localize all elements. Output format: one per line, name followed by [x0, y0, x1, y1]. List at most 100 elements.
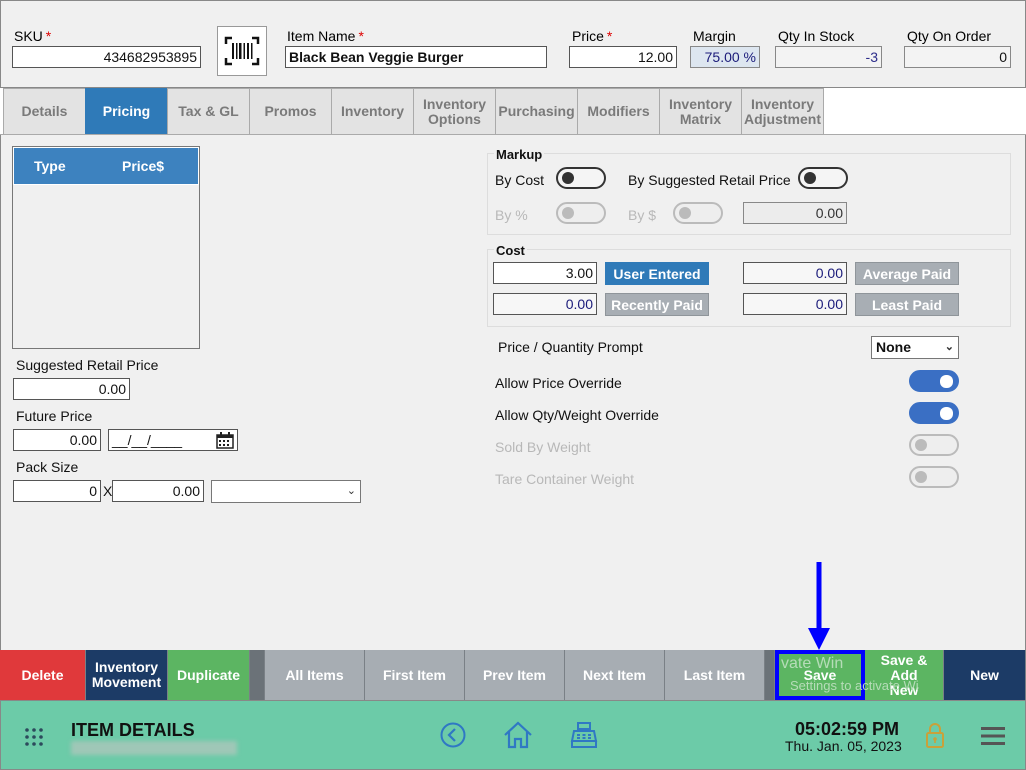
price-label: Price *: [572, 28, 613, 44]
price-type-table[interactable]: Type Price$: [12, 146, 200, 349]
qty-on-order-label: Qty On Order: [907, 28, 992, 44]
tab-purchasing[interactable]: Purchasing: [495, 88, 578, 135]
tab-tax-gl[interactable]: Tax & GL: [167, 88, 250, 135]
delete-button[interactable]: Delete: [0, 650, 86, 700]
tare-container-weight-toggle: [909, 466, 959, 488]
by-percent-toggle: [556, 202, 606, 224]
tab-modifiers[interactable]: Modifiers: [577, 88, 660, 135]
watermark-line1: vate Win: [781, 655, 844, 672]
qty-in-stock-label: Qty In Stock: [778, 28, 855, 44]
toolbar-separator: [250, 650, 265, 700]
user-entered-button[interactable]: User Entered: [605, 262, 709, 285]
margin-label: Margin: [693, 28, 736, 44]
price-qty-prompt-label: Price / Quantity Prompt: [498, 339, 643, 355]
average-paid-button[interactable]: Average Paid: [855, 262, 959, 285]
column-header-price: Price$: [122, 158, 165, 174]
future-date-value: __/__/____: [112, 432, 183, 448]
suggested-retail-field[interactable]: 0.00: [13, 378, 130, 400]
allow-price-override-toggle[interactable]: [909, 370, 959, 392]
markup-title: Markup: [494, 147, 545, 162]
sold-by-weight-toggle: [909, 434, 959, 456]
allow-price-override-label: Allow Price Override: [495, 375, 622, 391]
pack-qty-field[interactable]: 0: [13, 480, 101, 502]
tab-inventory-matrix[interactable]: Inventory Matrix: [659, 88, 742, 135]
duplicate-button[interactable]: Duplicate: [168, 650, 250, 700]
future-price-label: Future Price: [16, 408, 93, 424]
item-header: SKU * 434682953895 Item Name * Black Bean …: [0, 0, 1026, 88]
sku-field[interactable]: 434682953895: [12, 46, 201, 68]
by-cost-toggle[interactable]: [556, 167, 606, 189]
recently-paid-cost-field: 0.00: [493, 293, 597, 315]
barcode-icon: [224, 36, 260, 66]
price-qty-prompt-select[interactable]: None ⌄: [871, 336, 959, 359]
barcode-scan-button[interactable]: [217, 26, 267, 76]
lock-icon[interactable]: [925, 722, 945, 749]
hamburger-menu-icon[interactable]: [981, 726, 1005, 746]
back-icon[interactable]: [440, 722, 466, 748]
new-button[interactable]: New: [944, 650, 1026, 700]
sold-by-weight-label: Sold By Weight: [495, 439, 591, 455]
tab-inventory-options[interactable]: Inventory Options: [413, 88, 496, 135]
tare-container-weight-label: Tare Container Weight: [495, 471, 635, 487]
tab-details[interactable]: Details: [3, 88, 86, 135]
first-item-button[interactable]: First Item: [365, 650, 465, 700]
qty-on-order-field: 0: [904, 46, 1011, 68]
by-dollar-toggle: [673, 202, 723, 224]
average-paid-cost-field: 0.00: [743, 262, 847, 284]
future-date-field[interactable]: __/__/____: [108, 429, 238, 451]
tab-promos[interactable]: Promos: [249, 88, 332, 135]
inventory-movement-button[interactable]: Inventory Movement: [86, 650, 168, 700]
annotation-arrow-icon: [808, 562, 830, 650]
grid-menu-icon[interactable]: [24, 727, 44, 747]
pack-x-label: X: [103, 483, 113, 499]
table-header: Type Price$: [13, 147, 199, 185]
by-srp-label: By Suggested Retail Price: [628, 172, 791, 188]
recently-paid-button[interactable]: Recently Paid: [605, 293, 709, 316]
margin-field: 75.00 %: [690, 46, 760, 68]
sku-label: SKU *: [14, 28, 52, 44]
markup-value-field: 0.00: [743, 202, 847, 224]
price-field[interactable]: 12.00: [569, 46, 677, 68]
cash-register-icon[interactable]: [570, 721, 598, 749]
pack-price-field[interactable]: 0.00: [112, 480, 204, 502]
item-name-label: Item Name *: [287, 28, 364, 44]
blurred-store-info: [71, 741, 237, 755]
by-srp-toggle[interactable]: [798, 167, 848, 189]
price-qty-prompt-value: None: [876, 339, 911, 355]
all-items-button[interactable]: All Items: [265, 650, 365, 700]
tab-bar: Details Pricing Tax & GL Promos Inventor…: [3, 88, 824, 135]
future-price-field[interactable]: 0.00: [13, 429, 101, 451]
watermark-line2: Settings to activate Wi: [790, 678, 919, 693]
pack-unit-select[interactable]: ⌄: [211, 480, 361, 503]
chevron-down-icon: ⌄: [944, 341, 954, 353]
pricing-panel: Type Price$ Suggested Retail Price 0.00 …: [0, 135, 1026, 650]
last-item-button[interactable]: Last Item: [665, 650, 765, 700]
clock-date: Thu. Jan. 05, 2023: [785, 738, 902, 754]
cost-title: Cost: [494, 243, 527, 258]
tab-pricing[interactable]: Pricing: [85, 88, 168, 135]
home-icon[interactable]: [503, 721, 533, 749]
least-paid-button[interactable]: Least Paid: [855, 293, 959, 316]
calendar-icon[interactable]: [216, 432, 234, 449]
pack-size-label: Pack Size: [16, 459, 79, 475]
tab-inventory-adjustment[interactable]: Inventory Adjustment: [741, 88, 824, 135]
allow-qty-weight-override-label: Allow Qty/Weight Override: [495, 407, 659, 423]
column-header-type: Type: [34, 158, 66, 174]
tab-inventory[interactable]: Inventory: [331, 88, 414, 135]
by-cost-label: By Cost: [495, 172, 545, 188]
prev-item-button[interactable]: Prev Item: [465, 650, 565, 700]
item-name-field[interactable]: Black Bean Veggie Burger: [285, 46, 547, 68]
footer-bar: ITEM DETAILS 05:02:59 PM Thu. Jan. 05, 2…: [0, 700, 1026, 770]
toolbar-separator: [765, 650, 775, 700]
suggested-retail-label: Suggested Retail Price: [16, 357, 159, 373]
by-percent-label: By %: [495, 207, 528, 223]
by-dollar-label: By $: [628, 207, 657, 223]
clock-time: 05:02:59 PM: [795, 719, 900, 739]
page-title: ITEM DETAILS: [71, 720, 195, 740]
qty-in-stock-field: -3: [775, 46, 882, 68]
allow-qty-weight-override-toggle[interactable]: [909, 402, 959, 424]
user-entered-cost-field[interactable]: 3.00: [493, 262, 597, 284]
chevron-down-icon: ⌄: [346, 485, 356, 497]
least-paid-cost-field: 0.00: [743, 293, 847, 315]
next-item-button[interactable]: Next Item: [565, 650, 665, 700]
